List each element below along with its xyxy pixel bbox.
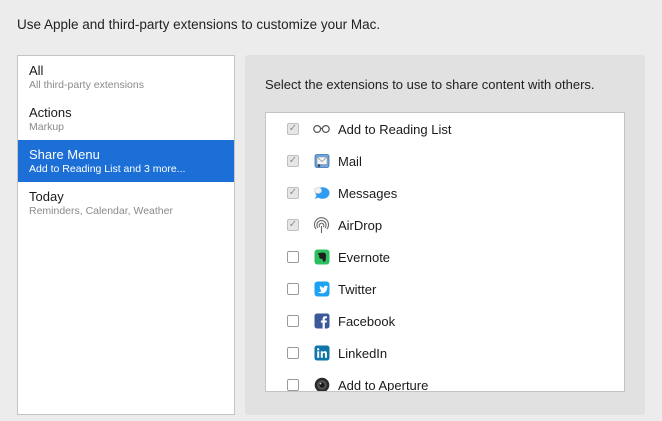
extension-label: Twitter [338, 281, 377, 297]
mail-checkbox[interactable]: ✓ [287, 155, 299, 167]
extension-label: LinkedIn [338, 345, 388, 361]
sidebar-item-subtitle: Reminders, Calendar, Weather [29, 205, 173, 217]
sidebar-item-share-menu[interactable]: Share Menu Add to Reading List and 3 mor… [18, 140, 234, 182]
evernote-checkbox[interactable] [287, 251, 299, 263]
reading-list-icon [313, 121, 330, 138]
sidebar-item-subtitle: All third-party extensions [29, 79, 144, 91]
messages-icon [313, 185, 330, 202]
sidebar-item-subtitle: Markup [29, 121, 65, 133]
extension-row-twitter: Twitter [266, 273, 624, 305]
sidebar-item-title: Actions [29, 105, 72, 120]
mail-icon [313, 153, 330, 170]
extension-label: Add to Aperture [338, 377, 429, 392]
sidebar-item-all[interactable]: All All third-party extensions [18, 56, 234, 98]
linkedin-icon [313, 345, 330, 362]
sidebar-item-title: All [29, 63, 44, 78]
extension-category-list[interactable]: All All third-party extensions Actions M… [17, 55, 235, 415]
extension-label: AirDrop [338, 217, 383, 233]
messages-checkbox[interactable]: ✓ [287, 187, 299, 199]
page-description: Use Apple and third-party extensions to … [17, 17, 381, 32]
extension-label: Messages [338, 185, 398, 201]
facebook-checkbox[interactable] [287, 315, 299, 327]
extension-row-linkedin: LinkedIn [266, 337, 624, 369]
facebook-icon [313, 313, 330, 330]
checkmark-icon: ✓ [288, 123, 298, 134]
reading-list-checkbox[interactable]: ✓ [287, 123, 299, 135]
sidebar-item-title: Share Menu [29, 147, 100, 162]
linkedin-checkbox[interactable] [287, 347, 299, 359]
extension-row-messages: ✓ Messages [266, 177, 624, 209]
extension-label: Facebook [338, 313, 396, 329]
extension-row-airdrop: ✓ AirDrop [266, 209, 624, 241]
aperture-icon [313, 377, 330, 391]
sidebar-item-today[interactable]: Today Reminders, Calendar, Weather [18, 182, 234, 224]
evernote-icon [313, 249, 330, 266]
twitter-checkbox[interactable] [287, 283, 299, 295]
extension-label: Mail [338, 153, 362, 169]
extension-label: Evernote [338, 249, 391, 265]
aperture-checkbox[interactable] [287, 379, 299, 391]
checkmark-icon: ✓ [288, 155, 298, 166]
extension-row-aperture: Add to Aperture [266, 369, 624, 392]
airdrop-checkbox[interactable]: ✓ [287, 219, 299, 231]
extension-list[interactable]: ✓ Add to Reading List ✓ Mail ✓ Messages … [265, 112, 625, 392]
extension-label: Add to Reading List [338, 121, 452, 137]
airdrop-icon [313, 216, 330, 234]
extension-row-evernote: Evernote [266, 241, 624, 273]
twitter-icon [313, 281, 330, 298]
sidebar-item-actions[interactable]: Actions Markup [18, 98, 234, 140]
sidebar-item-subtitle: Add to Reading List and 3 more... [29, 163, 186, 175]
extension-row-reading-list: ✓ Add to Reading List [266, 113, 624, 145]
extension-row-facebook: Facebook [266, 305, 624, 337]
checkmark-icon: ✓ [288, 219, 298, 230]
extensions-panel: Select the extensions to use to share co… [245, 55, 645, 415]
checkmark-icon: ✓ [288, 187, 298, 198]
extension-row-mail: ✓ Mail [266, 145, 624, 177]
panel-description: Select the extensions to use to share co… [265, 77, 595, 92]
sidebar-item-title: Today [29, 189, 64, 204]
